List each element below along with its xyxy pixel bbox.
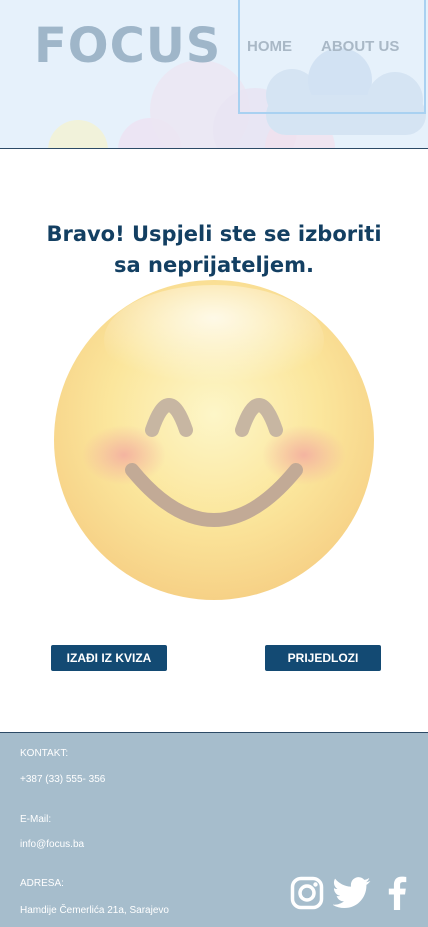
suggestions-button[interactable]: PRIJEDLOZI (265, 645, 381, 671)
logo[interactable]: FOCUS (34, 18, 221, 74)
contact-label: KONTAKT: (20, 748, 69, 759)
result-title: Bravo! Uspjeli ste se izboriti sa neprij… (46, 222, 382, 277)
email-address[interactable]: info@focus.ba (20, 839, 84, 850)
twitter-icon[interactable] (333, 876, 371, 910)
exit-quiz-button[interactable]: IZAĐI IZ KVIZA (51, 645, 167, 671)
smiling-face-icon (54, 280, 374, 600)
nav-frame (238, 0, 426, 114)
address-text: Hamdije Čemerlića 21a, Sarajevo (20, 905, 169, 916)
nav-home-link[interactable]: HOME (247, 38, 292, 55)
facebook-icon[interactable] (385, 876, 409, 910)
nav-about-link[interactable]: ABOUT US (321, 38, 399, 55)
site-header: FOCUS HOME ABOUT US (0, 0, 428, 149)
instagram-icon[interactable] (290, 876, 324, 910)
address-label: ADRESA: (20, 878, 64, 889)
email-label: E-Mail: (20, 814, 52, 825)
phone-number: +387 (33) 555- 356 (20, 774, 106, 785)
